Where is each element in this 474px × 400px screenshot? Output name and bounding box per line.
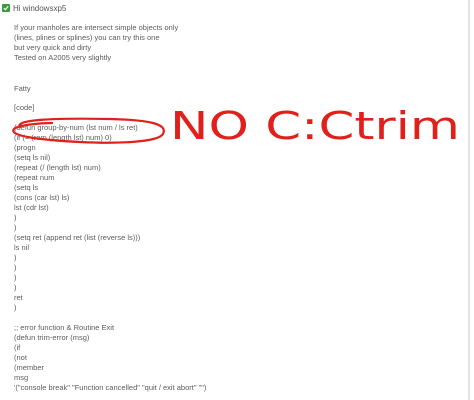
handwritten-note: NO C:Ctrim [170,104,460,148]
red-annotation: NO C:Ctrim [12,104,460,148]
forum-post-screenshot: Hi windowsxp5 If your manholes are inter… [0,0,474,400]
red-circle-mark [12,117,165,144]
